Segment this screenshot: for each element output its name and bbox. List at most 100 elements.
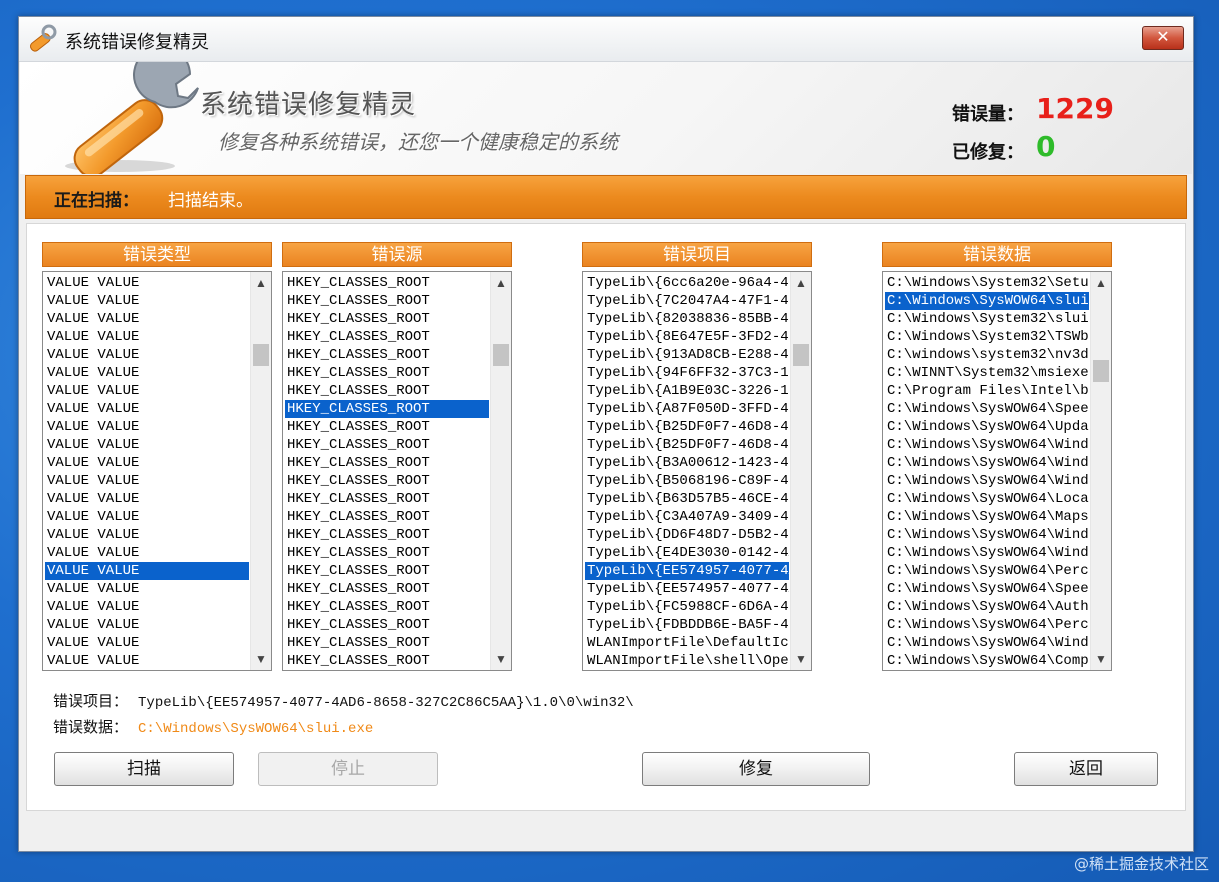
error-item-list[interactable]: TypeLib\{6cc6a20e-96a4-4f94-aTypeLib\{7C…	[582, 271, 812, 671]
list-item[interactable]: HKEY_CLASSES_ROOT	[285, 472, 489, 490]
list-item[interactable]: HKEY_CLASSES_ROOT	[285, 526, 489, 544]
vertical-scrollbar[interactable]: ▲ ▼	[790, 272, 811, 670]
list-item[interactable]: C:\Windows\SysWOW64\UpdateDep	[885, 418, 1089, 436]
list-item[interactable]: TypeLib\{913AD8CB-E288-40B7-9	[585, 346, 789, 364]
title-bar[interactable]: 系统错误修复精灵 ✕	[19, 17, 1193, 62]
list-item[interactable]: C:\Windows\SysWOW64\slui.exe	[885, 292, 1089, 310]
list-item[interactable]: C:\Windows\SysWOW64\Perceptic	[885, 616, 1089, 634]
list-item[interactable]: TypeLib\{B63D57B5-46CE-4929-A	[585, 490, 789, 508]
scroll-down-icon[interactable]: ▼	[791, 648, 811, 670]
list-item[interactable]: C:\WINNT\System32\msiexec.exe	[885, 364, 1089, 382]
list-item[interactable]: TypeLib\{94F6FF32-37C3-11D2-E	[585, 364, 789, 382]
list-item[interactable]: VALUE VALUE	[45, 508, 249, 526]
list-item[interactable]: C:\windows\system32\nv3dappsh	[885, 346, 1089, 364]
list-item[interactable]: HKEY_CLASSES_ROOT	[285, 616, 489, 634]
list-item[interactable]: TypeLib\{EE574957-4077-4AD6-8	[585, 562, 789, 580]
list-item[interactable]: WLANImportFile\DefaultIcon\	[585, 634, 789, 652]
list-item[interactable]: TypeLib\{EE574957-4077-4AD6-8	[585, 580, 789, 598]
list-item[interactable]: TypeLib\{FDBDDB6E-BA5F-41E3-9	[585, 616, 789, 634]
list-item[interactable]: HKEY_CLASSES_ROOT	[285, 418, 489, 436]
stop-button[interactable]: 停止	[258, 752, 438, 786]
list-item[interactable]: VALUE VALUE	[45, 436, 249, 454]
vertical-scrollbar[interactable]: ▲ ▼	[490, 272, 511, 670]
list-item[interactable]: C:\Windows\SysWOW64\LocationF	[885, 490, 1089, 508]
list-item[interactable]: VALUE VALUE	[45, 418, 249, 436]
list-item[interactable]: HKEY_CLASSES_ROOT	[285, 400, 489, 418]
scroll-thumb[interactable]	[253, 343, 269, 366]
error-source-list[interactable]: HKEY_CLASSES_ROOT HKEY_CLASSES_ROOT HKEY_C…	[282, 271, 512, 671]
list-item[interactable]: TypeLib\{FC5988CF-6D6A-4812-A	[585, 598, 789, 616]
list-item[interactable]: TypeLib\{B25DF0F7-46D8-4E0E-A	[585, 436, 789, 454]
scroll-up-icon[interactable]: ▲	[491, 272, 511, 294]
list-item[interactable]: C:\Windows\SysWOW64\CompPkgSr	[885, 652, 1089, 668]
list-item[interactable]: HKEY_CLASSES_ROOT	[285, 292, 489, 310]
list-item[interactable]: TypeLib\{8E647E5F-3FD2-4BF9-A	[585, 328, 789, 346]
list-item[interactable]: HKEY_CLASSES_ROOT	[285, 274, 489, 292]
list-item[interactable]: C:\Windows\System32\TSWbPrxy.	[885, 328, 1089, 346]
list-item[interactable]: C:\Windows\SysWOW64\Windows.A	[885, 526, 1089, 544]
list-item[interactable]: VALUE VALUE	[45, 490, 249, 508]
list-item[interactable]: VALUE VALUE	[45, 328, 249, 346]
list-item[interactable]: VALUE VALUE	[45, 616, 249, 634]
list-item[interactable]: C:\Windows\SysWOW64\MapsBtSvc	[885, 508, 1089, 526]
list-item[interactable]: TypeLib\{A87F050D-3FFD-4682-E	[585, 400, 789, 418]
list-item[interactable]: HKEY_CLASSES_ROOT	[285, 508, 489, 526]
list-item[interactable]: VALUE VALUE	[45, 382, 249, 400]
list-item[interactable]: HKEY_CLASSES_ROOT	[285, 544, 489, 562]
list-item[interactable]: VALUE VALUE	[45, 544, 249, 562]
list-item[interactable]: HKEY_CLASSES_ROOT	[285, 562, 489, 580]
list-item[interactable]: TypeLib\{A1B9E03C-3226-11D2-E	[585, 382, 789, 400]
list-item[interactable]: TypeLib\{DD6F48D7-D5B2-4901-E	[585, 526, 789, 544]
list-item[interactable]: HKEY_CLASSES_ROOT	[285, 454, 489, 472]
list-item[interactable]: C:\Windows\SysWOW64\Speech_Or	[885, 400, 1089, 418]
list-item[interactable]: HKEY_CLASSES_ROOT	[285, 382, 489, 400]
scroll-down-icon[interactable]: ▼	[1091, 648, 1111, 670]
list-item[interactable]: C:\Windows\System32\Setup\FXS	[885, 274, 1089, 292]
scroll-down-icon[interactable]: ▼	[251, 648, 271, 670]
list-item[interactable]: C:\Windows\SysWOW64\Windows.S	[885, 436, 1089, 454]
list-item[interactable]: HKEY_CLASSES_ROOT	[285, 598, 489, 616]
list-item[interactable]: HKEY_CLASSES_ROOT	[285, 634, 489, 652]
list-item[interactable]: TypeLib\{6cc6a20e-96a4-4f94-a	[585, 274, 789, 292]
list-item[interactable]: VALUE VALUE	[45, 364, 249, 382]
list-item[interactable]: TypeLib\{B5068196-C89F-4eb0-9	[585, 472, 789, 490]
list-item[interactable]: VALUE VALUE	[45, 580, 249, 598]
list-item[interactable]: HKEY_CLASSES_ROOT	[285, 310, 489, 328]
list-item[interactable]: VALUE VALUE	[45, 274, 249, 292]
list-item[interactable]: C:\Windows\SysWOW64\Windows.F	[885, 544, 1089, 562]
scroll-up-icon[interactable]: ▲	[251, 272, 271, 294]
close-button[interactable]: ✕	[1142, 26, 1184, 50]
vertical-scrollbar[interactable]: ▲ ▼	[250, 272, 271, 670]
list-item[interactable]: VALUE VALUE	[45, 310, 249, 328]
list-item[interactable]: TypeLib\{B3A00612-1423-4072-A	[585, 454, 789, 472]
list-item[interactable]: HKEY_CLASSES_ROOT	[285, 364, 489, 382]
list-item[interactable]: VALUE VALUE	[45, 400, 249, 418]
list-item[interactable]: C:\Windows\SysWOW64\Perceptic	[885, 562, 1089, 580]
list-item[interactable]: C:\Windows\SysWOW64\Windows.F	[885, 454, 1089, 472]
list-item[interactable]: C:\Windows\System32\slui.exe	[885, 310, 1089, 328]
list-item[interactable]: VALUE VALUE	[45, 598, 249, 616]
list-item[interactable]: C:\Windows\SysWOW64\Windows.S	[885, 472, 1089, 490]
list-item[interactable]: VALUE VALUE	[45, 454, 249, 472]
list-item[interactable]: VALUE VALUE	[45, 346, 249, 364]
error-type-list[interactable]: VALUE VALUE VALUE VALUE VALUE VALUE VALUE V…	[42, 271, 272, 671]
list-item[interactable]: C:\Windows\SysWOW64\AuthHost.	[885, 598, 1089, 616]
list-item[interactable]: C:\Program Files\Intel\bin\iW	[885, 382, 1089, 400]
list-item[interactable]: VALUE VALUE	[45, 292, 249, 310]
list-item[interactable]: TypeLib\{C3A407A9-3409-4028-A	[585, 508, 789, 526]
repair-button[interactable]: 修复	[642, 752, 870, 786]
list-item[interactable]: HKEY_CLASSES_ROOT	[285, 652, 489, 668]
list-item[interactable]: HKEY_CLASSES_ROOT	[285, 346, 489, 364]
scroll-up-icon[interactable]: ▲	[791, 272, 811, 294]
scroll-up-icon[interactable]: ▲	[1091, 272, 1111, 294]
scroll-thumb[interactable]	[493, 343, 509, 366]
list-item[interactable]: VALUE VALUE	[45, 562, 249, 580]
list-item[interactable]: HKEY_CLASSES_ROOT	[285, 436, 489, 454]
list-item[interactable]: WLANImportFile\shell\Open\com	[585, 652, 789, 668]
list-item[interactable]: VALUE VALUE	[45, 526, 249, 544]
list-item[interactable]: VALUE VALUE	[45, 634, 249, 652]
list-item[interactable]: VALUE VALUE	[45, 652, 249, 668]
vertical-scrollbar[interactable]: ▲ ▼	[1090, 272, 1111, 670]
list-item[interactable]: HKEY_CLASSES_ROOT	[285, 580, 489, 598]
scroll-thumb[interactable]	[793, 343, 809, 366]
